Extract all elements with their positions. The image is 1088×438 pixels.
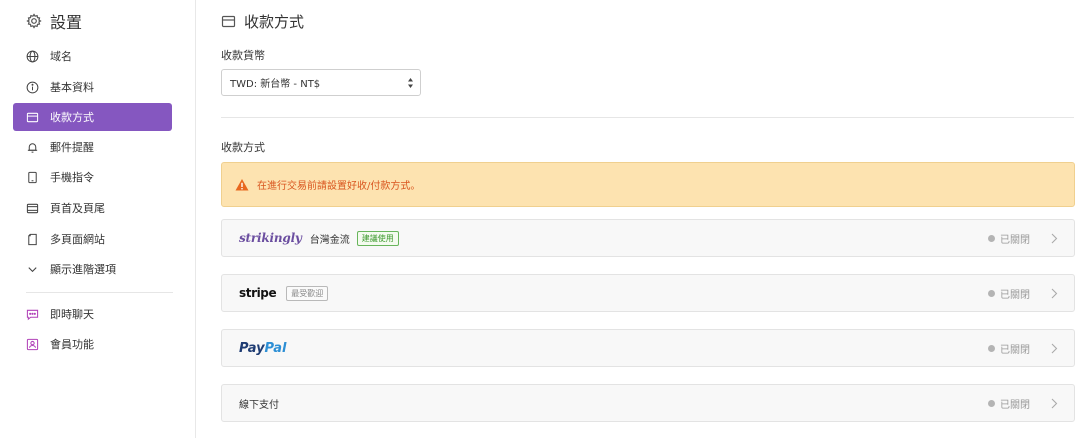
provider-name: 線下支付 bbox=[239, 399, 279, 411]
page-title: 收款方式 bbox=[221, 11, 304, 32]
currency-label: 收款貨幣 bbox=[221, 49, 265, 62]
paypal-logo-pal: Pal bbox=[264, 340, 287, 356]
strikingly-logo: strikingly bbox=[239, 231, 302, 245]
select-arrows-icon bbox=[408, 78, 413, 88]
header-footer-icon bbox=[26, 203, 39, 213]
sidebar-item-multi-page[interactable]: 多頁面網站 bbox=[13, 225, 172, 253]
sidebar-item-basic-info[interactable]: 基本資料 bbox=[13, 73, 172, 101]
chevron-right-icon bbox=[1051, 288, 1058, 299]
provider-row-paypal[interactable]: PayPal 已關閉 bbox=[221, 329, 1075, 367]
paypal-logo-pay: Pay bbox=[239, 340, 265, 356]
sidebar: 設置 域名 基本資料 收款方式 郵件提醒 手機指令 頁首及頁尾 多頁面網站 顯示… bbox=[0, 0, 196, 438]
status-dot bbox=[988, 289, 995, 297]
chevron-down-icon bbox=[28, 266, 37, 272]
paypal-logo: PayPal bbox=[239, 341, 286, 356]
sidebar-item-advanced-options[interactable]: 顯示進階選項 bbox=[13, 255, 172, 283]
globe-icon bbox=[26, 50, 39, 62]
sidebar-item-label: 會員功能 bbox=[50, 338, 94, 351]
settings-title: 設置 bbox=[26, 9, 82, 33]
sidebar-item-domain[interactable]: 域名 bbox=[13, 42, 172, 70]
credit-card-icon bbox=[26, 112, 39, 122]
setup-warning-alert: 在進行交易前請設置好收/付款方式。 bbox=[221, 162, 1075, 207]
sidebar-item-label: 多頁面網站 bbox=[50, 233, 105, 246]
sidebar-item-mobile-commands[interactable]: 手機指令 bbox=[13, 163, 172, 191]
status-text: 已關閉 bbox=[1000, 289, 1030, 301]
status-text: 已關閉 bbox=[1000, 234, 1030, 246]
main-content: 收款方式 收款貨幣 TWD: 新台幣 - NT$ 收款方式 在進行交易前請設置好… bbox=[221, 0, 1075, 438]
provider-row-stripe[interactable]: stripe 最受歡迎 已關閉 bbox=[221, 274, 1075, 312]
page-title-label: 收款方式 bbox=[244, 13, 305, 31]
sidebar-item-label: 收款方式 bbox=[50, 111, 94, 124]
sidebar-item-label: 域名 bbox=[50, 50, 72, 63]
warning-icon bbox=[235, 178, 249, 190]
currency-select[interactable]: TWD: 新台幣 - NT$ bbox=[221, 69, 421, 96]
status-dot bbox=[988, 399, 995, 407]
status-indicator: 已關閉 bbox=[988, 220, 1030, 256]
popular-badge: 最受歡迎 bbox=[286, 285, 329, 301]
status-indicator: 已關閉 bbox=[988, 275, 1030, 311]
status-text: 已關閉 bbox=[1000, 399, 1030, 411]
chevron-right-icon bbox=[1051, 343, 1058, 354]
status-dot bbox=[988, 234, 995, 242]
credit-card-icon bbox=[221, 15, 236, 28]
sidebar-item-label: 顯示進階選項 bbox=[50, 263, 116, 276]
status-indicator: 已關閉 bbox=[988, 385, 1030, 421]
sidebar-item-email-notifications[interactable]: 郵件提醒 bbox=[13, 133, 172, 161]
sidebar-item-live-chat[interactable]: 即時聊天 bbox=[13, 300, 172, 328]
info-icon bbox=[26, 81, 39, 93]
sidebar-item-label: 即時聊天 bbox=[50, 308, 94, 321]
settings-title-label: 設置 bbox=[50, 13, 83, 32]
sidebar-item-payment-methods[interactable]: 收款方式 bbox=[13, 103, 172, 131]
chat-icon bbox=[26, 309, 39, 320]
methods-label: 收款方式 bbox=[221, 141, 265, 154]
stripe-logo: stripe bbox=[239, 286, 277, 300]
gear-icon bbox=[26, 13, 42, 29]
provider-row-offline[interactable]: 線下支付 已關閉 bbox=[221, 384, 1075, 422]
status-text: 已關閉 bbox=[1000, 344, 1030, 356]
status-indicator: 已關閉 bbox=[988, 330, 1030, 366]
currency-select-value: TWD: 新台幣 - NT$ bbox=[230, 79, 321, 90]
chevron-right-icon bbox=[1051, 398, 1058, 409]
member-icon bbox=[26, 338, 39, 350]
bell-icon bbox=[27, 142, 38, 153]
sidebar-item-label: 郵件提醒 bbox=[50, 141, 94, 154]
provider-row-taiwan-payment[interactable]: strikingly 台灣金流 建議使用 已關閉 bbox=[221, 219, 1075, 257]
sidebar-item-label: 手機指令 bbox=[50, 171, 94, 184]
alert-text: 在進行交易前請設置好收/付款方式。 bbox=[257, 181, 421, 192]
provider-name: 台灣金流 bbox=[309, 234, 350, 246]
sidebar-item-label: 頁首及頁尾 bbox=[50, 202, 105, 215]
phone-icon bbox=[28, 171, 37, 183]
sidebar-divider bbox=[26, 292, 173, 293]
sidebar-item-header-footer[interactable]: 頁首及頁尾 bbox=[13, 194, 172, 222]
chevron-right-icon bbox=[1051, 233, 1058, 244]
status-dot bbox=[988, 344, 995, 352]
pages-icon bbox=[28, 233, 37, 245]
recommended-badge: 建議使用 bbox=[356, 230, 399, 246]
section-divider bbox=[221, 117, 1074, 118]
sidebar-item-label: 基本資料 bbox=[50, 81, 94, 94]
sidebar-item-membership[interactable]: 會員功能 bbox=[13, 330, 172, 358]
